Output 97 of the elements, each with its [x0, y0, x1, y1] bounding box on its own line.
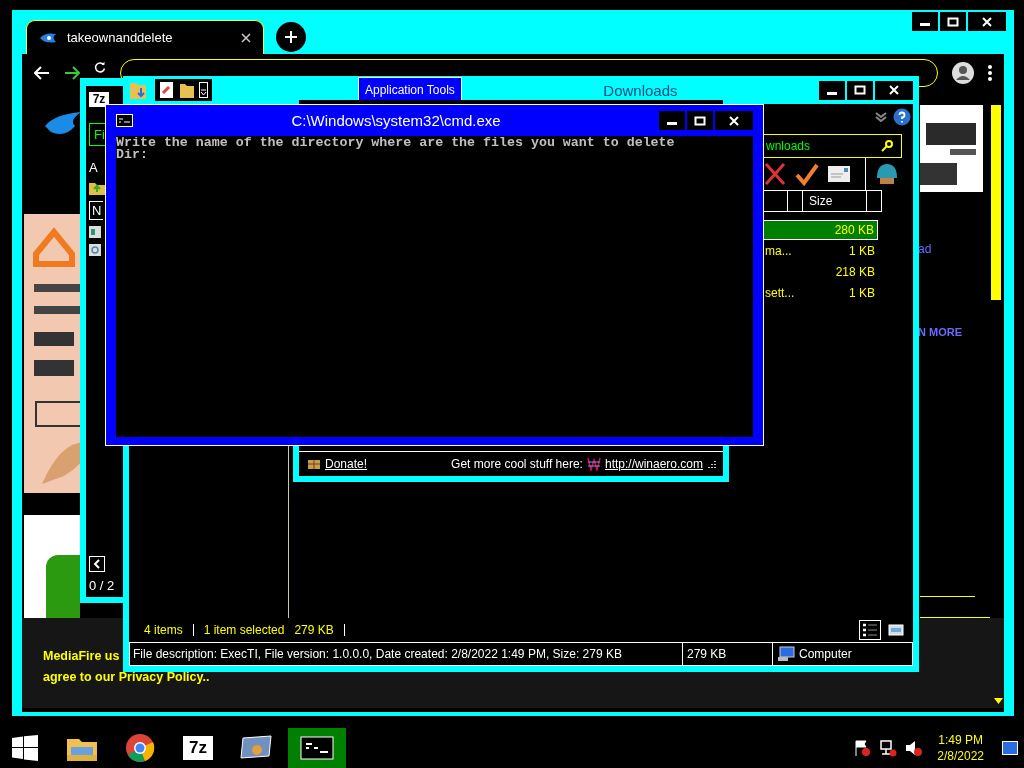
preview-pane-icon	[888, 623, 904, 637]
dropdown-icon[interactable]	[199, 82, 208, 98]
status-text: 0 / 2	[89, 578, 115, 593]
maximize-icon	[947, 16, 959, 27]
window-title: C:\Windows\system32\cmd.exe	[290, 112, 502, 129]
maximize-icon	[854, 85, 866, 95]
gift-icon	[307, 458, 321, 470]
mute-icon[interactable]	[905, 739, 924, 757]
notification-icon[interactable]	[1002, 741, 1018, 755]
file-size: 279 KB	[687, 647, 727, 661]
view-button[interactable]	[859, 620, 881, 640]
reload-icon[interactable]	[94, 61, 106, 73]
console-icon	[300, 736, 334, 760]
donate-link[interactable]: Donate!	[325, 457, 368, 471]
file-row[interactable]: 218 KB	[763, 262, 878, 282]
promo-text: Get more cool stuff here:	[451, 457, 583, 471]
cookie-text: MediaFire us	[43, 648, 120, 665]
item-count: 4 items	[144, 623, 183, 637]
close-icon[interactable]	[241, 32, 251, 43]
file-size: 280 KB	[834, 223, 874, 237]
minimize-icon	[920, 23, 930, 26]
help-icon[interactable]	[893, 108, 911, 126]
console-line: Write the name of the directory where are the files you want to delete	[116, 137, 676, 149]
avatar-icon[interactable]	[952, 62, 974, 84]
plus-icon	[284, 30, 298, 44]
forward-arrow-icon[interactable]	[64, 66, 80, 80]
file-name: sett...	[765, 286, 795, 300]
minimize-icon	[667, 122, 677, 125]
file-size: 1 KB	[849, 286, 875, 300]
checkmark-icon[interactable]	[795, 162, 819, 186]
ribbon-tab[interactable]: Application Tools	[358, 77, 462, 103]
scroll-left-button[interactable]	[89, 556, 105, 572]
windows-logo-icon	[12, 735, 38, 761]
minimize-button[interactable]	[819, 80, 845, 100]
close-button[interactable]	[875, 80, 913, 100]
file-size: 1 KB	[849, 244, 875, 258]
minimize-button[interactable]	[659, 111, 685, 130]
monitor-icon	[239, 734, 273, 762]
archiver-icon: 7z	[89, 92, 109, 107]
close-button[interactable]	[715, 111, 753, 130]
window-title: Downloads	[602, 81, 679, 99]
flame-logo-icon	[39, 31, 57, 44]
console-line: Dir:	[116, 149, 149, 161]
selection-count: 1 item selected	[203, 623, 285, 637]
file-row[interactable]: sett... 1 KB	[763, 283, 878, 303]
console-icon	[116, 114, 133, 127]
browser-tab[interactable]: takeownanddelete	[26, 20, 264, 54]
toolbar-label[interactable]: A	[89, 160, 98, 175]
page-link[interactable]: ad	[918, 242, 932, 256]
chevron-down-icon[interactable]	[875, 112, 887, 122]
maximize-button[interactable]	[940, 12, 966, 31]
search-icon	[881, 140, 893, 152]
learn-more-link[interactable]: N MORE	[918, 326, 962, 338]
selection-size: 279 KB	[294, 623, 334, 637]
menu-icon[interactable]	[988, 65, 992, 81]
column-header[interactable]: N	[89, 201, 104, 220]
computer-icon	[777, 646, 795, 662]
location-text: Computer	[799, 647, 852, 661]
details-view-icon	[862, 623, 878, 637]
network-icon[interactable]	[879, 739, 898, 757]
maximize-button[interactable]	[847, 80, 873, 100]
close-icon	[981, 16, 993, 27]
taskbar-button[interactable]	[288, 728, 346, 768]
file-details: File description: ExecTI, File version: 1.0.0.0, Date created: 2/8/2022 1:49 PM, Size: 279 KB	[132, 647, 623, 661]
maximize-icon	[694, 115, 706, 126]
folder-up-icon[interactable]	[89, 181, 105, 195]
gear-file-icon	[89, 244, 101, 256]
grid-logo-icon	[586, 457, 601, 471]
flag-icon[interactable]	[853, 739, 872, 757]
scrollbar-thumb[interactable]	[991, 105, 1001, 300]
file-icon	[89, 226, 101, 238]
cookie-text: agree to our Privacy Policy..	[43, 669, 210, 686]
close-icon	[888, 85, 900, 95]
file-size: 218 KB	[835, 265, 875, 279]
close-icon	[728, 115, 740, 126]
new-tab-button[interactable]	[276, 22, 306, 52]
file-row[interactable]: ma... 1 KB	[763, 241, 878, 261]
clock[interactable]: 1:49 PM 2/8/2022	[937, 732, 984, 764]
back-arrow-icon[interactable]	[34, 66, 50, 80]
folder-download-icon[interactable]	[129, 80, 147, 100]
left-chevron-icon	[93, 559, 101, 569]
scroll-down-icon[interactable]	[994, 698, 1003, 704]
envelope-icon[interactable]	[827, 165, 851, 183]
archiver-icon: 7z	[183, 736, 213, 760]
maximize-button[interactable]	[687, 111, 713, 130]
properties-icon[interactable]	[159, 81, 175, 99]
shell-icon[interactable]	[874, 162, 900, 186]
file-row[interactable]: 280 KB	[763, 220, 878, 240]
file-name: ma...	[765, 244, 792, 258]
resize-grip-icon[interactable]	[707, 459, 717, 469]
browser-icon	[125, 733, 155, 763]
folder-icon[interactable]	[179, 81, 195, 99]
delete-icon[interactable]	[763, 162, 787, 186]
website-link[interactable]: http://winaero.com	[604, 457, 703, 471]
minimize-button[interactable]	[912, 12, 938, 31]
close-button[interactable]	[968, 12, 1006, 31]
search-field[interactable]: wnloads	[763, 134, 902, 158]
